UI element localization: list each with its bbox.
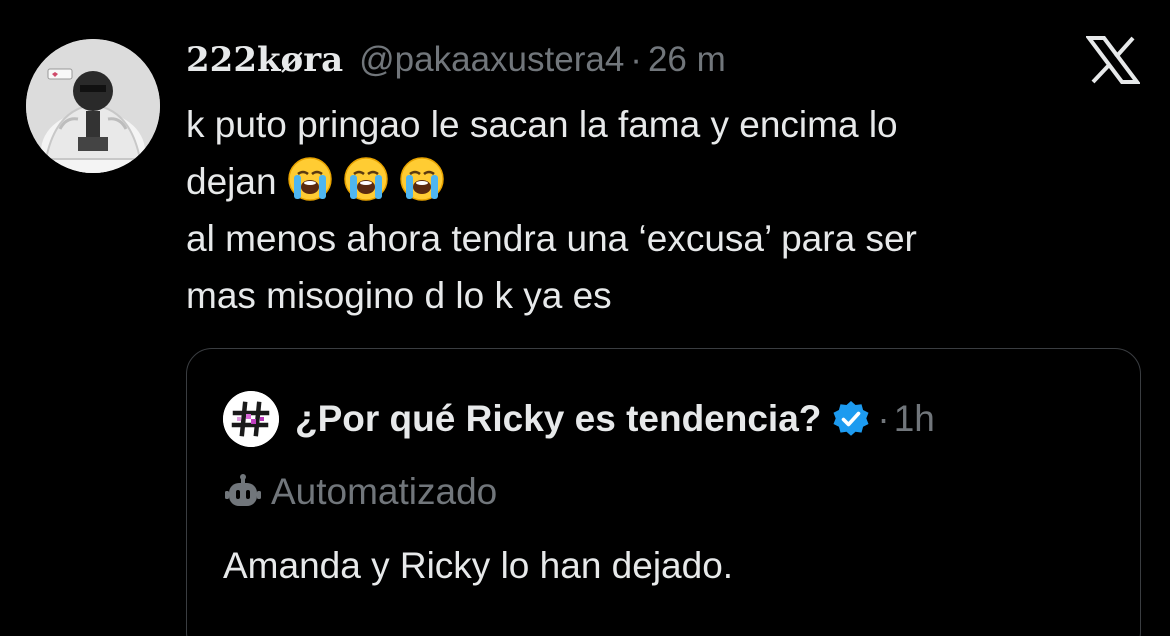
separator-dot: · [630,40,642,79]
tweet-header: 222køra @pakaaxustera4 · 26 m [186,40,726,84]
display-name[interactable]: 222køra [186,40,343,80]
verified-badge-icon [833,401,869,436]
quoted-header: ¿Por qué Ricky es tendencia? · 1h [223,391,935,447]
quoted-account-name[interactable]: ¿Por qué Ricky es tendencia? [295,398,821,440]
trending-account-avatar[interactable] [223,391,279,447]
timestamp[interactable]: 26 m [648,40,726,80]
tweet-text: k puto pringao le sacan la fama y encima… [186,96,1126,324]
tweet-text-line: dejan [186,153,1126,210]
separator-dot: · [877,398,890,439]
x-logo-icon [1085,36,1141,84]
quoted-timestamp[interactable]: 1h [894,398,935,440]
loudly-crying-face-icon [343,156,389,202]
tweet-text-fragment: dejan [186,161,277,202]
quoted-tweet[interactable]: ¿Por qué Ricky es tendencia? · 1h Automa… [186,348,1141,636]
loudly-crying-face-icon [287,156,333,202]
tweet-text-line: mas misogino d lo k ya es [186,275,612,316]
loudly-crying-face-icon [399,156,445,202]
automated-label-row: Automatizado [223,471,497,513]
tweet-text-line: k puto pringao le sacan la fama y encima… [186,104,898,145]
automated-label: Automatizado [271,471,498,512]
tweet-card[interactable]: 222køra @pakaaxustera4 · 26 m k puto pri… [0,0,1170,636]
user-handle[interactable]: @pakaaxustera4 [359,40,624,80]
quoted-tweet-text: Amanda y Ricky lo han dejado. [223,545,734,586]
user-avatar[interactable] [26,39,160,173]
robot-icon [225,474,261,506]
tweet-text-line: al menos ahora tendra una ‘excusa’ para … [186,218,917,259]
